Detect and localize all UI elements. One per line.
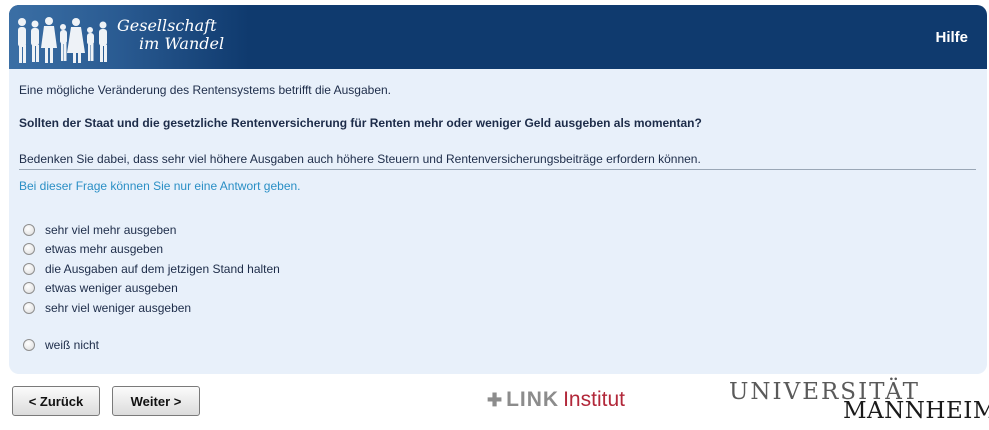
help-link[interactable]: Hilfe <box>935 29 968 46</box>
answer-instruction: Bei dieser Frage können Sie nur eine Ant… <box>19 179 301 193</box>
question-text: Sollten der Staat und die gesetzliche Re… <box>19 116 702 130</box>
answer-option-label: sehr viel weniger ausgeben <box>45 300 192 315</box>
link-logo-word: LINK <box>506 388 560 411</box>
answer-option-label: weiß nicht <box>45 338 100 353</box>
university-mannheim-logo: UNIVERSITÄT MANNHEIM <box>729 380 989 423</box>
answer-option-label: sehr viel mehr ausgeben <box>45 222 177 237</box>
answer-option-3[interactable]: die Ausgaben auf dem jetzigen Stand halt… <box>23 259 280 279</box>
answer-option-label: die Ausgaben auf dem jetzigen Stand halt… <box>45 261 280 276</box>
answer-option-4[interactable]: etwas weniger ausgeben <box>23 279 280 299</box>
answer-option-2[interactable]: etwas mehr ausgeben <box>23 240 280 260</box>
brand-logo-text: Gesellschaft im Wandel <box>117 17 224 53</box>
link-logo-institut: Institut <box>563 388 625 411</box>
link-institut-logo: ✚ LINK Institut <box>487 388 625 412</box>
answer-option-5[interactable]: sehr viel weniger ausgeben <box>23 298 280 318</box>
radio-button[interactable] <box>23 262 35 275</box>
question-note: Bedenken Sie dabei, dass sehr viel höher… <box>19 152 701 166</box>
brand-line-1: Gesellschaft <box>117 16 217 35</box>
radio-button[interactable] <box>23 282 35 295</box>
people-silhouette-icon <box>18 17 107 63</box>
back-button[interactable]: < Zurück <box>12 386 100 416</box>
question-intro: Eine mögliche Veränderung des Rentensyst… <box>19 83 392 97</box>
link-cross-icon: ✚ <box>487 389 503 410</box>
answer-option-1[interactable]: sehr viel mehr ausgeben <box>23 220 280 240</box>
answer-option-dont-know[interactable]: weiß nicht <box>23 336 280 356</box>
divider <box>19 169 976 170</box>
answer-options: sehr viel mehr ausgeben etwas mehr ausge… <box>23 220 280 355</box>
radio-button[interactable] <box>23 223 35 236</box>
brand-line-2: im Wandel <box>139 34 225 53</box>
question-panel: Eine mögliche Veränderung des Rentensyst… <box>9 69 987 374</box>
radio-button[interactable] <box>23 301 35 314</box>
next-button[interactable]: Weiter > <box>112 386 200 416</box>
survey-header: Gesellschaft im Wandel Hilfe <box>9 5 987 69</box>
answer-option-label: etwas mehr ausgeben <box>45 242 164 257</box>
radio-button[interactable] <box>23 243 35 256</box>
answer-option-label: etwas weniger ausgeben <box>45 281 178 296</box>
radio-button[interactable] <box>23 339 35 352</box>
